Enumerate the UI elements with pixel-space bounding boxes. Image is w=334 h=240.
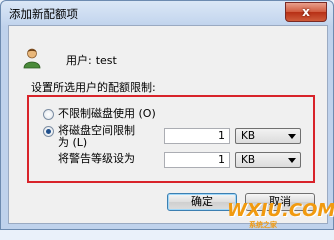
no-limit-radio[interactable] (43, 109, 54, 120)
dialog-window: 添加新配额项 x 用户: test 设置所选用户的配额限制: 不限制磁盘使用 (O… (0, 0, 334, 230)
user-label: 用户: test (66, 52, 117, 68)
warning-unit-select[interactable]: KB (235, 152, 301, 168)
close-button[interactable]: x (285, 2, 327, 22)
user-name-value: test (95, 54, 117, 67)
limit-disk-label-line2[interactable]: 为 (L) (58, 137, 87, 149)
quota-setting-label: 设置所选用户的配额限制: (31, 81, 156, 94)
warning-unit-value: KB (241, 154, 256, 166)
limit-unit-select[interactable]: KB (235, 128, 301, 144)
warning-level-label: 将警告等级设为 (58, 152, 135, 165)
user-label-text: 用户: (66, 54, 92, 67)
limit-value-input[interactable]: 1 (164, 128, 230, 144)
title-bar[interactable]: 添加新配额项 x (1, 1, 333, 25)
limit-disk-radio[interactable] (43, 126, 54, 137)
chevron-down-icon (288, 134, 296, 139)
warning-value-input[interactable]: 1 (164, 152, 230, 168)
site-watermark: WXIU.COM 系统之家 (227, 198, 334, 230)
user-icon (23, 48, 41, 69)
chevron-down-icon (288, 158, 296, 163)
close-icon: x (302, 5, 310, 19)
limit-unit-value: KB (241, 130, 256, 142)
window-title: 添加新配额项 (9, 7, 78, 21)
watermark-text: WXIU.COM (227, 200, 334, 221)
dialog-body: 用户: test 设置所选用户的配额限制: 不限制磁盘使用 (O) 将磁盘空间限制… (8, 25, 328, 224)
watermark-subtext: 系统之家 (249, 221, 277, 229)
no-limit-label[interactable]: 不限制磁盘使用 (O) (58, 108, 156, 120)
